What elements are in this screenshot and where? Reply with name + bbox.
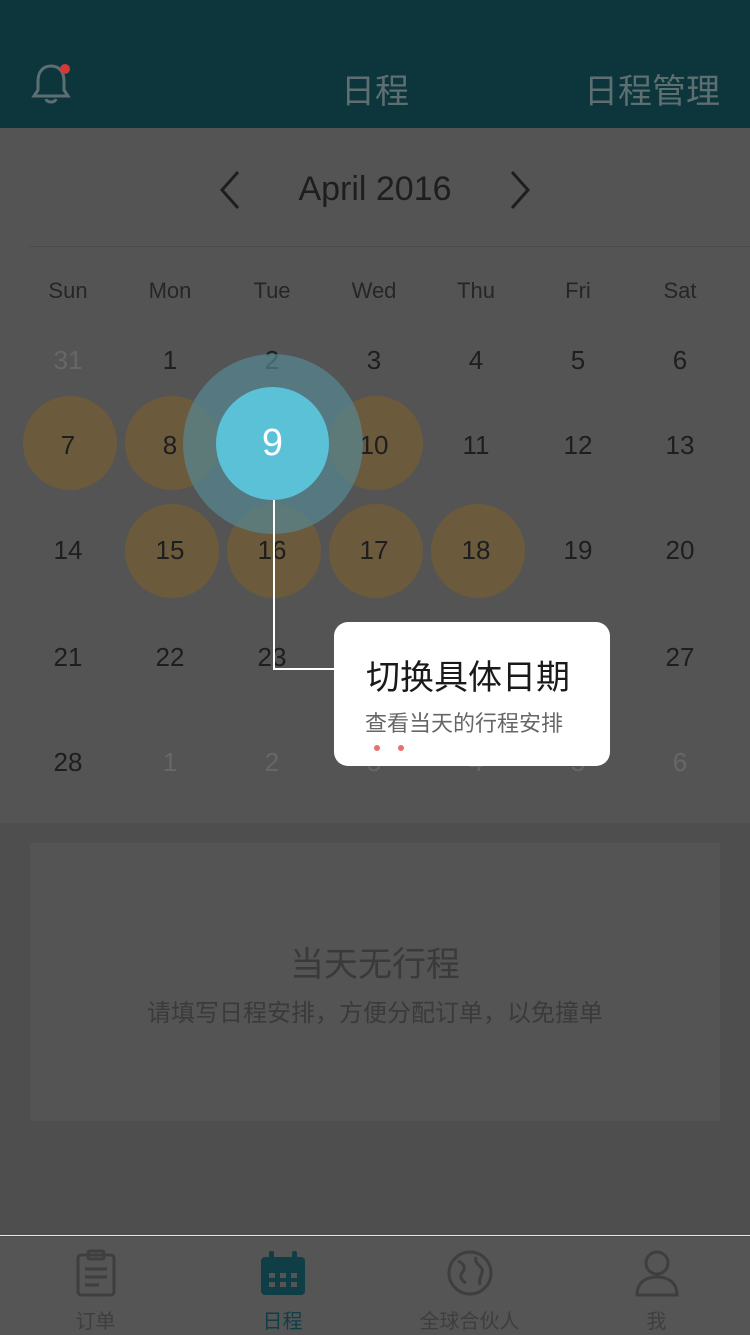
coach-tooltip[interactable]: 切换具体日期 查看当天的行程安排: [334, 622, 610, 766]
calendar-day[interactable]: 7: [17, 430, 119, 460]
calendar-day[interactable]: 31: [17, 345, 119, 375]
calendar-day[interactable]: 28: [17, 747, 119, 777]
month-label: April 2016: [298, 170, 452, 208]
schedule-manage-button[interactable]: 日程管理: [584, 64, 720, 113]
tab-orders[interactable]: 订单: [2, 1237, 189, 1335]
calendar-day[interactable]: 12: [527, 430, 629, 460]
calendar-day[interactable]: 22: [119, 642, 221, 672]
tab-label: 日程: [262, 1311, 303, 1333]
calendar-day[interactable]: 21: [17, 642, 119, 672]
weekday-mon: Mon: [148, 278, 192, 303]
tooltip-page-dots: [374, 738, 422, 756]
calendar-day[interactable]: 17: [323, 535, 425, 565]
month-navigator: April 2016: [0, 166, 750, 216]
tab-label: 我: [646, 1311, 667, 1333]
empty-title: 当天无行程: [290, 946, 460, 984]
tab-bar: 订单 日程 全球合伙人 我: [0, 1236, 750, 1335]
globe-icon: [446, 1249, 494, 1297]
tab-label: 订单: [75, 1311, 116, 1333]
clipboard-icon: [72, 1249, 120, 1297]
calendar-day[interactable]: 16: [221, 535, 323, 565]
weekday-wed: Wed: [351, 278, 397, 303]
empty-subtitle: 请填写日程安排，方便分配订单，以免撞单: [147, 1000, 603, 1027]
weekday-sat: Sat: [663, 278, 697, 303]
calendar-day[interactable]: 20: [629, 535, 731, 565]
calendar-day[interactable]: 1: [119, 345, 221, 375]
tooltip-connector: [273, 500, 275, 670]
calendar-day[interactable]: 5: [527, 345, 629, 375]
tab-schedule[interactable]: 日程: [189, 1237, 376, 1335]
calendar-day[interactable]: 11: [425, 430, 527, 460]
calendar-day[interactable]: 14: [17, 535, 119, 565]
divider: [30, 246, 750, 247]
weekday-sun: Sun: [48, 278, 88, 303]
tooltip-subtitle: 查看当天的行程安排: [365, 711, 564, 736]
calendar-day[interactable]: 6: [629, 345, 731, 375]
weekday-fri: Fri: [565, 278, 591, 303]
weekday-tue: Tue: [253, 278, 291, 303]
calendar-day[interactable]: 27: [629, 642, 731, 672]
top-bar: 日程 日程管理: [0, 0, 750, 128]
calendar-day[interactable]: 1: [119, 747, 221, 777]
empty-state-card: 当天无行程 请填写日程安排，方便分配订单，以免撞单: [30, 843, 720, 1121]
tab-me[interactable]: 我: [563, 1237, 750, 1335]
calendar-day[interactable]: 4: [425, 345, 527, 375]
calendar-day[interactable]: 15: [119, 535, 221, 565]
tab-label: 全球合伙人: [419, 1311, 520, 1333]
weekday-thu: Thu: [457, 278, 495, 303]
next-month-chevron-icon[interactable]: [500, 168, 540, 212]
calendar-day[interactable]: 6: [629, 747, 731, 777]
calendar-day[interactable]: 18: [425, 535, 527, 565]
calendar-day[interactable]: 3: [323, 345, 425, 375]
calendar-day[interactable]: 19: [527, 535, 629, 565]
calendar-day[interactable]: 13: [629, 430, 731, 460]
tooltip-connector: [273, 668, 335, 670]
tooltip-title: 切换具体日期: [366, 659, 570, 697]
person-icon: [633, 1249, 681, 1297]
selected-day[interactable]: 9: [216, 387, 329, 500]
tab-global-partners[interactable]: 全球合伙人: [376, 1237, 563, 1335]
calendar-icon: [259, 1249, 307, 1297]
calendar-day[interactable]: 2: [221, 747, 323, 777]
